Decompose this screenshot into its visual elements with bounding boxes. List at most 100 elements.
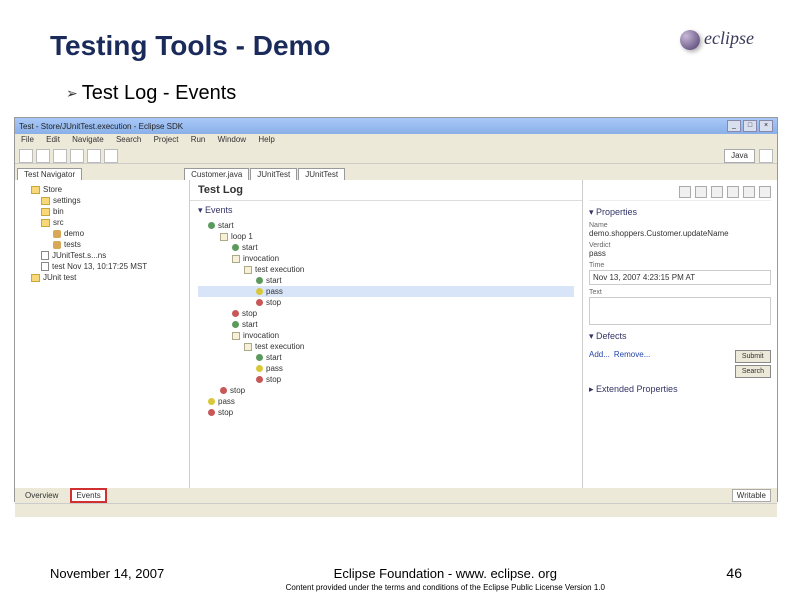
close-button[interactable]: × bbox=[759, 120, 773, 132]
editor-tabs: Test Navigator Customer.java JUnitTest J… bbox=[15, 164, 777, 180]
tree-item-label: tests bbox=[64, 240, 81, 249]
slide-footer: November 14, 2007 Eclipse Foundation - w… bbox=[50, 565, 742, 592]
event-dot-icon bbox=[256, 299, 263, 306]
tree-item[interactable]: test Nov 13, 10:17:25 MST bbox=[19, 261, 185, 272]
footer-sub: Content provided under the terms and con… bbox=[164, 583, 726, 592]
event-label: start bbox=[266, 353, 282, 362]
folder-icon bbox=[41, 219, 50, 227]
tree-item[interactable]: Store bbox=[19, 184, 185, 195]
event-label: test execution bbox=[255, 342, 304, 351]
event-dot-icon bbox=[232, 244, 239, 251]
bullet-text: Test Log - Events bbox=[82, 82, 237, 105]
tree-item[interactable]: bin bbox=[19, 206, 185, 217]
verdict-label: Verdict bbox=[589, 242, 771, 249]
properties-title: ▾ Properties bbox=[589, 207, 771, 218]
eclipse-screenshot: Test - Store/JUnitTest.execution - Eclip… bbox=[14, 117, 778, 502]
event-item[interactable]: start bbox=[198, 220, 574, 231]
maximize-button[interactable]: □ bbox=[743, 120, 757, 132]
panel-icon[interactable] bbox=[711, 186, 723, 198]
menu-edit[interactable]: Edit bbox=[46, 135, 60, 144]
tree-item[interactable]: demo bbox=[19, 228, 185, 239]
menu-project[interactable]: Project bbox=[154, 135, 179, 144]
event-item[interactable]: stop bbox=[198, 385, 574, 396]
tree-item[interactable]: settings bbox=[19, 195, 185, 206]
submit-button[interactable]: Submit bbox=[735, 350, 771, 363]
menu-run[interactable]: Run bbox=[191, 135, 206, 144]
folder-icon bbox=[31, 186, 40, 194]
add-link[interactable]: Add... bbox=[589, 350, 610, 378]
testlog-panel: Test Log ▾ Events startloop 1startinvoca… bbox=[190, 180, 582, 488]
tab-item[interactable]: JUnitTest bbox=[298, 168, 345, 180]
event-item[interactable]: test execution bbox=[198, 341, 574, 352]
event-item[interactable]: start bbox=[198, 352, 574, 363]
event-item[interactable]: pass bbox=[198, 286, 574, 297]
file-icon bbox=[41, 251, 49, 260]
event-dot-icon bbox=[256, 376, 263, 383]
toolbar-button[interactable] bbox=[36, 149, 50, 163]
time-value: Nov 13, 2007 4:23:15 PM AT bbox=[589, 270, 771, 285]
event-item[interactable]: stop bbox=[198, 374, 574, 385]
event-dot-icon bbox=[232, 321, 239, 328]
tab-item[interactable]: Test Navigator bbox=[17, 168, 82, 180]
minimize-button[interactable]: _ bbox=[727, 120, 741, 132]
menu-window[interactable]: Window bbox=[218, 135, 246, 144]
tab-events[interactable]: Events bbox=[70, 488, 106, 503]
tree-item[interactable]: JUnitTest.s...ns bbox=[19, 250, 185, 261]
tree-item[interactable]: JUnit test bbox=[19, 272, 185, 283]
perspective-switcher[interactable] bbox=[759, 149, 773, 163]
toolbar-button[interactable] bbox=[53, 149, 67, 163]
tree-item-label: JUnitTest.s...ns bbox=[52, 251, 106, 260]
event-item[interactable]: test execution bbox=[198, 264, 574, 275]
event-label: stop bbox=[230, 386, 245, 395]
panel-icon[interactable] bbox=[727, 186, 739, 198]
event-dot-icon bbox=[256, 354, 263, 361]
menu-navigate[interactable]: Navigate bbox=[72, 135, 104, 144]
menubar: File Edit Navigate Search Project Run Wi… bbox=[15, 134, 777, 148]
menu-search[interactable]: Search bbox=[116, 135, 141, 144]
event-item[interactable]: stop bbox=[198, 407, 574, 418]
event-label: invocation bbox=[243, 254, 279, 263]
event-item[interactable]: stop bbox=[198, 297, 574, 308]
remove-link[interactable]: Remove... bbox=[614, 350, 650, 378]
tree-item-label: settings bbox=[53, 196, 81, 205]
tab-item[interactable]: Customer.java bbox=[184, 168, 249, 180]
tree-item-label: JUnit test bbox=[43, 273, 76, 282]
panel-icon[interactable] bbox=[743, 186, 755, 198]
event-item[interactable]: loop 1 bbox=[198, 231, 574, 242]
menu-help[interactable]: Help bbox=[258, 135, 274, 144]
toolbar-button[interactable] bbox=[104, 149, 118, 163]
menu-file[interactable]: File bbox=[21, 135, 34, 144]
toolbar-button[interactable] bbox=[19, 149, 33, 163]
tree-item[interactable]: tests bbox=[19, 239, 185, 250]
panel-icon[interactable] bbox=[759, 186, 771, 198]
event-dot-icon bbox=[220, 387, 227, 394]
event-dot-icon bbox=[232, 310, 239, 317]
tab-overview[interactable]: Overview bbox=[21, 490, 62, 501]
event-box-icon bbox=[244, 343, 252, 351]
event-item[interactable]: start bbox=[198, 275, 574, 286]
eclipse-logo: eclipse bbox=[680, 28, 754, 50]
panel-icon[interactable] bbox=[679, 186, 691, 198]
event-label: test execution bbox=[255, 265, 304, 274]
panel-icon[interactable] bbox=[695, 186, 707, 198]
search-button[interactable]: Search bbox=[735, 365, 771, 378]
event-item[interactable]: pass bbox=[198, 363, 574, 374]
tree-item[interactable]: src bbox=[19, 217, 185, 228]
perspective-java[interactable]: Java bbox=[724, 149, 755, 163]
event-item[interactable]: stop bbox=[198, 308, 574, 319]
event-item[interactable]: pass bbox=[198, 396, 574, 407]
toolbar-button[interactable] bbox=[87, 149, 101, 163]
event-dot-icon bbox=[256, 277, 263, 284]
toolbar-button[interactable] bbox=[70, 149, 84, 163]
event-item[interactable]: start bbox=[198, 242, 574, 253]
tab-item[interactable]: JUnitTest bbox=[250, 168, 297, 180]
event-dot-icon bbox=[256, 288, 263, 295]
event-item[interactable]: invocation bbox=[198, 330, 574, 341]
eclipse-logo-icon bbox=[680, 30, 700, 50]
folder-icon bbox=[31, 274, 40, 282]
logo-text: eclipse bbox=[704, 28, 754, 48]
event-item[interactable]: invocation bbox=[198, 253, 574, 264]
event-item[interactable]: start bbox=[198, 319, 574, 330]
defects-title: ▾ Defects bbox=[589, 331, 771, 342]
name-label: Name bbox=[589, 222, 771, 229]
